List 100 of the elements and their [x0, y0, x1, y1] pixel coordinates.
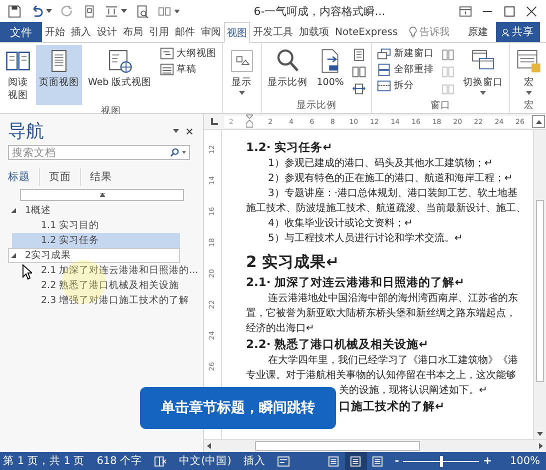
down-arrow-icon[interactable] [537, 432, 543, 436]
ribbon-tab[interactable]: 加载项 [296, 22, 332, 42]
language-status[interactable]: 中文(中国) [179, 454, 232, 468]
ribbon-tab[interactable]: 引用 [146, 22, 172, 42]
page-count[interactable]: 第 1 页，共 1 页 [3, 454, 85, 468]
caret-icon[interactable] [121, 9, 127, 13]
text-line: 2）参观有特色的正在施工的港口、航道和海岸工程；↵ [267, 172, 514, 186]
ribbon-tab[interactable]: 开始 [42, 22, 68, 42]
ribbon-tab[interactable]: 插入 [68, 22, 94, 42]
ribbon-button[interactable]: 草稿 [158, 62, 219, 77]
ribbon-button[interactable]: 显示 [226, 45, 258, 99]
caret-icon[interactable] [182, 151, 186, 154]
zoom-slider[interactable] [440, 456, 444, 466]
scroll-up-button[interactable] [532, 115, 545, 128]
ribbon-button[interactable]: 全部重排 [374, 62, 436, 77]
expand-triangle-icon[interactable] [11, 253, 16, 258]
macro-recording-icon[interactable] [277, 456, 290, 466]
close-icon[interactable] [186, 128, 193, 134]
caret-icon [480, 91, 486, 95]
ribbon-tab[interactable]: 视图 [224, 22, 250, 43]
undo-icon[interactable] [30, 4, 43, 18]
print-layout-icon[interactable] [344, 452, 367, 470]
expand-triangle-icon[interactable] [11, 208, 16, 213]
search-field[interactable]: 搜索文档 [8, 145, 190, 160]
insert-mode[interactable]: 插入 [243, 454, 266, 468]
ribbon-button[interactable]: 阅读视图 [3, 45, 33, 105]
pane-tab[interactable]: 标题 [8, 168, 40, 186]
save-icon[interactable] [8, 4, 21, 18]
ribbon-button[interactable]: 切换窗口 [460, 45, 506, 99]
group-label: 窗口 [430, 99, 450, 113]
zoom-in-button[interactable]: + [483, 455, 492, 467]
heading-item[interactable]: 1.1 实习目的 [12, 218, 180, 233]
text-line: 4）收集毕业设计或论文资料；↵ [267, 216, 414, 231]
heading-item[interactable]: 1概述 [8, 203, 180, 218]
tell-me-field[interactable]: 告诉我 [420, 25, 450, 39]
pane-tab[interactable]: 页面 [49, 168, 81, 186]
heading-item[interactable]: 2.3 增强了对港口施工技术的了解 [12, 293, 190, 308]
heading: 口施工技术的了解↵ [339, 398, 445, 415]
right-arrow-icon[interactable] [539, 443, 543, 449]
pane-tab[interactable]: 结果 [90, 168, 121, 186]
heading: 1.2· 实习任务↵ [246, 139, 334, 156]
heading-item[interactable]: 2.2 熟悉了港口机械及相关设施 [12, 278, 180, 293]
page-icon[interactable] [83, 4, 96, 18]
show-icon [228, 48, 255, 74]
proofing-icon[interactable] [154, 456, 168, 466]
ribbon-button[interactable]: 宏 [512, 45, 545, 99]
outline-icon [160, 47, 174, 60]
page-lines-icon [349, 456, 362, 466]
tab-stop-icon[interactable] [211, 118, 218, 125]
arrange-icon [376, 63, 391, 76]
lightbulb-icon [408, 26, 417, 38]
heading-item[interactable]: 2.1 加深了对连云港港和日照港的... [12, 263, 200, 278]
text-line: 3）专题讲座：·港口总体规划、港口装卸工艺、软土地基 [267, 186, 519, 201]
search-icon[interactable] [170, 148, 179, 157]
zoom-level[interactable]: 100% [510, 455, 540, 467]
macro-icon [516, 48, 542, 74]
ribbon-tab[interactable]: NoteExpress [332, 22, 401, 42]
caret-icon[interactable] [173, 129, 179, 133]
up-arrow-icon [100, 193, 104, 197]
heading-item[interactable]: 1.2 实习任务 [12, 233, 180, 248]
ribbon-tab[interactable]: 开发工具 [250, 22, 296, 42]
left-arrow-icon[interactable] [207, 443, 211, 449]
word-count[interactable]: 618 个字 [96, 454, 142, 468]
person-add-icon [502, 26, 510, 38]
ribbon-tab[interactable]: 邮件 [172, 22, 198, 42]
caret-icon [238, 91, 245, 95]
ribbon-button[interactable]: 大纲视图 [158, 46, 219, 61]
close-icon[interactable] [525, 4, 538, 18]
heading-item[interactable]: 2实习成果 [8, 248, 180, 263]
heading: 2.1· 加深了对连云港港和日照港的了解↵ [246, 274, 466, 291]
search-icon[interactable] [136, 4, 149, 18]
ribbon-tab[interactable]: 设计 [94, 22, 120, 42]
text-line: 专业课。对于港航相关事物的认知停留在书本之上，这次能够 [246, 368, 517, 383]
globe-page-icon [106, 48, 133, 74]
spacing-icon[interactable] [105, 4, 118, 18]
vertical-scrollbar[interactable] [533, 130, 546, 439]
ribbon-button[interactable]: Web 版式视图 [85, 45, 155, 105]
page-width-icon[interactable] [352, 82, 366, 95]
file-tab[interactable]: 文件 [0, 22, 42, 42]
horizontal-scrollbar[interactable] [204, 439, 546, 452]
ribbon-tab[interactable]: 审阅 [198, 22, 224, 42]
user-name[interactable]: 原建 [468, 25, 488, 39]
one-page-icon[interactable] [352, 48, 366, 61]
zoom-out-button[interactable]: - [394, 455, 400, 467]
ribbon-tab[interactable]: 布局 [120, 22, 146, 42]
ribbon-button[interactable]: 新建窗口 [374, 46, 436, 61]
share-button[interactable]: 共享 [496, 22, 540, 42]
ribbon-button[interactable]: 显示比例 [264, 45, 311, 99]
indent-marker-icon[interactable] [246, 114, 253, 128]
two-pages-icon[interactable] [352, 65, 366, 78]
ribbon-button[interactable]: 页面视图 [36, 45, 82, 105]
heading: 2.2· 熟悉了港口机械及相关设施↵ [246, 336, 430, 353]
caret-icon[interactable] [46, 9, 52, 13]
ribbon-button[interactable]: 拆分 [374, 78, 436, 93]
columns-icon[interactable] [158, 4, 171, 18]
maximize-icon[interactable] [503, 4, 516, 18]
side-by-side-icon[interactable] [440, 48, 455, 61]
ribbon-display-icon[interactable] [459, 4, 472, 18]
customize-icon[interactable] [174, 9, 180, 13]
ribbon-button[interactable]: 100% [314, 45, 347, 99]
